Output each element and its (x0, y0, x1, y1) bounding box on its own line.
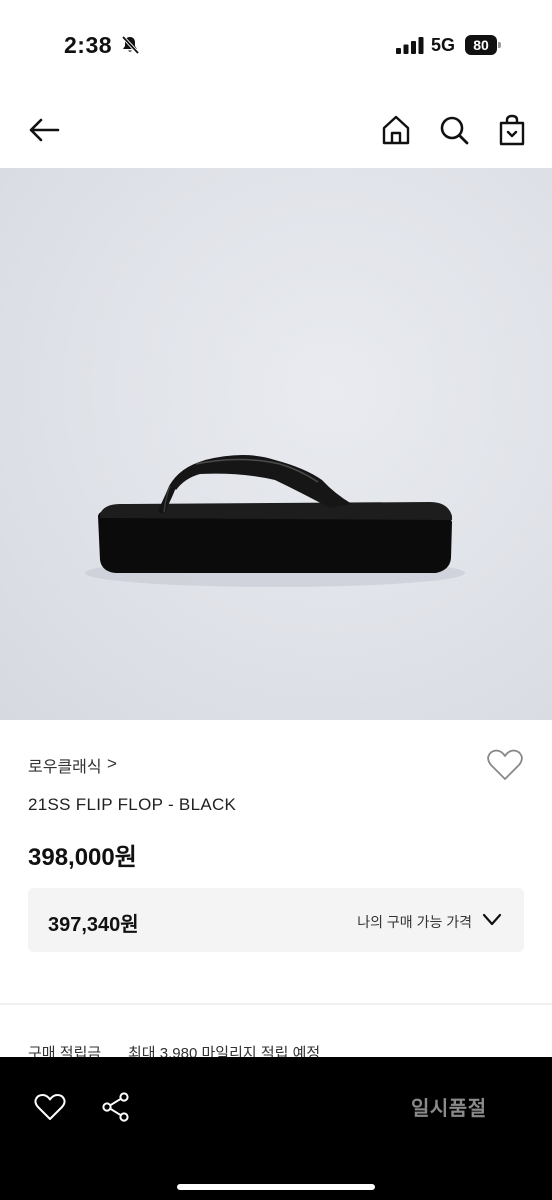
top-navigation (0, 92, 552, 168)
chevron-down-icon (482, 913, 502, 926)
points-title: 구매 적립금 (28, 1045, 102, 1058)
brand-link[interactable]: 로우클래식 (28, 753, 102, 777)
back-arrow-icon[interactable] (26, 112, 62, 148)
share-icon[interactable] (100, 1091, 132, 1123)
reward-points-row: 구매 적립금 최대 3,980 마일리지 적립 예정 (28, 1042, 528, 1058)
battery-tip (498, 42, 501, 48)
product-image[interactable] (0, 168, 552, 720)
product-price: 398,000원 (28, 844, 137, 871)
sold-out-label: 일시품절 (411, 1098, 487, 1120)
heart-icon[interactable] (34, 1093, 66, 1121)
bottom-action-bar: 일시품절 (0, 1057, 552, 1200)
search-icon[interactable] (436, 112, 472, 148)
section-divider (0, 1003, 552, 1005)
status-time: 2:38 (64, 32, 113, 58)
brand-chevron-icon[interactable]: > (107, 754, 117, 774)
cellular-signal-icon (396, 37, 424, 54)
my-price-dropdown[interactable]: 397,340원 나의 구매 가능 가격 (28, 888, 524, 952)
my-available-price: 397,340원 (48, 914, 139, 936)
my-price-label: 나의 구매 가능 가격 (357, 914, 472, 930)
status-bar: 2:38 5G 80 (0, 0, 552, 92)
product-name: 21SS FLIP FLOP - BLACK (28, 795, 237, 814)
home-icon[interactable] (378, 112, 414, 148)
network-type: 5G (431, 35, 456, 55)
flip-flop-illustration (85, 455, 465, 587)
battery-indicator: 80 (465, 35, 501, 55)
wishlist-heart-icon[interactable] (486, 748, 524, 782)
battery-level: 80 (473, 37, 489, 53)
shopping-bag-icon[interactable] (494, 112, 530, 148)
points-detail: 최대 3,980 마일리지 적립 예정 (128, 1045, 321, 1058)
home-indicator (177, 1184, 375, 1190)
bell-off-icon (121, 35, 140, 55)
